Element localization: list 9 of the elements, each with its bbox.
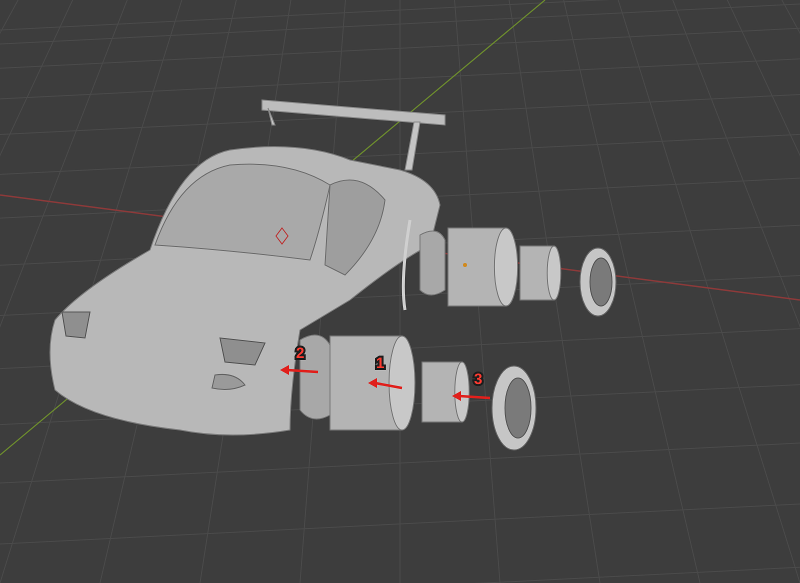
annotation-number: 3 bbox=[474, 371, 482, 388]
wheel-drawing bbox=[580, 248, 616, 316]
arrow bbox=[280, 365, 318, 375]
fog-lamp-drawing bbox=[212, 374, 246, 390]
hub-cylinder-drawing bbox=[422, 362, 470, 422]
arrow bbox=[452, 391, 490, 401]
arrow bbox=[368, 378, 402, 390]
annotation-number: 1 bbox=[376, 355, 384, 372]
annotation-number: 2 bbox=[296, 345, 304, 362]
